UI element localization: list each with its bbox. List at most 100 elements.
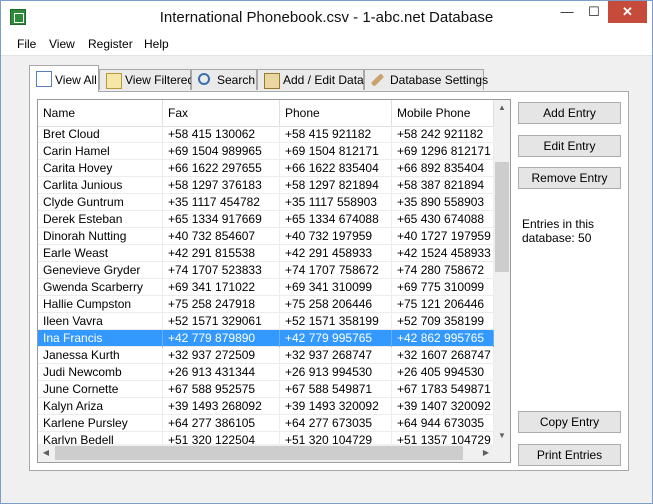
close-button[interactable]: ✕ bbox=[608, 1, 647, 23]
fax-cell: +58 1297 376183 bbox=[163, 177, 280, 194]
name-cell: Ina Francis bbox=[38, 330, 163, 347]
name-cell: Judi Newcomb bbox=[38, 364, 163, 381]
table-row[interactable]: Karlene Pursley +64 277 386105 +64 277 673… bbox=[38, 415, 494, 432]
vertical-scroll-thumb[interactable] bbox=[495, 162, 509, 272]
fax-cell: +32 937 272509 bbox=[163, 347, 280, 364]
mobile-phone-cell: +69 1296 812171 bbox=[392, 143, 494, 160]
name-cell: Clyde Guntrum bbox=[38, 194, 163, 211]
mobile-phone-cell: +58 242 921182 bbox=[392, 126, 494, 143]
tab-label: Search bbox=[217, 73, 256, 87]
fax-cell: +40 732 854607 bbox=[163, 228, 280, 245]
mobile-phone-cell: +58 387 821894 bbox=[392, 177, 494, 194]
edit-icon bbox=[264, 73, 280, 89]
table-row[interactable]: Carita Hovey +66 1622 297655 +66 1622 8354… bbox=[38, 160, 494, 177]
scroll-down-icon[interactable]: ▼ bbox=[494, 428, 510, 444]
table-row[interactable]: Genevieve Gryder +74 1707 523833 +74 1707 … bbox=[38, 262, 494, 279]
table-row[interactable]: Dinorah Nutting +40 732 854607 +40 732 197… bbox=[38, 228, 494, 245]
column-header-fax[interactable]: Fax bbox=[163, 100, 280, 126]
table-row[interactable]: Kalyn Ariza +39 1493 268092 +39 1493 32009… bbox=[38, 398, 494, 415]
search-icon bbox=[198, 73, 210, 85]
copy-entry-button[interactable]: Copy Entry bbox=[518, 411, 621, 433]
tab-label: View All bbox=[55, 73, 97, 87]
add-entry-button[interactable]: Add Entry bbox=[518, 102, 621, 124]
mobile-phone-cell: +66 892 835404 bbox=[392, 160, 494, 177]
table-row[interactable]: Earle Weast +42 291 815538 +42 291 458933 +… bbox=[38, 245, 494, 262]
tab-label: Add / Edit Data bbox=[283, 73, 364, 87]
phone-cell: +65 1334 674088 bbox=[280, 211, 392, 228]
name-cell: June Cornette bbox=[38, 381, 163, 398]
table-row[interactable]: Derek Esteban +65 1334 917669 +65 1334 674… bbox=[38, 211, 494, 228]
name-cell: Kalyn Ariza bbox=[38, 398, 163, 415]
minimize-button[interactable]: — bbox=[554, 1, 580, 23]
table-row[interactable]: Janessa Kurth +32 937 272509 +32 937 26874… bbox=[38, 347, 494, 364]
mobile-phone-cell: +64 944 673035 bbox=[392, 415, 494, 432]
tab-view-filtered[interactable]: View Filtered bbox=[99, 69, 194, 90]
tab-label: Database Settings bbox=[390, 73, 489, 87]
phone-cell: +32 937 268747 bbox=[280, 347, 392, 364]
table-row[interactable]: Hallie Cumpston +75 258 247918 +75 258 206… bbox=[38, 296, 494, 313]
table-row[interactable]: Gwenda Scarberry +69 341 171022 +69 341 31… bbox=[38, 279, 494, 296]
fax-cell: +65 1334 917669 bbox=[163, 211, 280, 228]
fax-cell: +75 258 247918 bbox=[163, 296, 280, 313]
name-cell: Carin Hamel bbox=[38, 143, 163, 160]
vertical-scrollbar[interactable]: ▲ ▼ bbox=[494, 100, 510, 444]
menu-file[interactable]: File bbox=[17, 37, 36, 51]
fax-cell: +42 779 879890 bbox=[163, 330, 280, 347]
table-row[interactable]: Carin Hamel +69 1504 989965 +69 1504 81217… bbox=[38, 143, 494, 160]
table-row[interactable]: Carlita Junious +58 1297 376183 +58 1297 8… bbox=[38, 177, 494, 194]
tab-add-edit-data[interactable]: Add / Edit Data bbox=[257, 69, 364, 90]
name-cell: Derek Esteban bbox=[38, 211, 163, 228]
phone-cell: +39 1493 320092 bbox=[280, 398, 392, 415]
phone-cell: +69 341 310099 bbox=[280, 279, 392, 296]
fax-cell: +69 341 171022 bbox=[163, 279, 280, 296]
scroll-left-icon[interactable]: ◀ bbox=[38, 445, 54, 461]
name-cell: Carita Hovey bbox=[38, 160, 163, 177]
mobile-phone-cell: +52 709 358199 bbox=[392, 313, 494, 330]
fax-cell: +52 1571 329061 bbox=[163, 313, 280, 330]
phone-cell: +58 415 921182 bbox=[280, 126, 392, 143]
column-header-mobile-phone[interactable]: Mobile Phone bbox=[392, 100, 494, 126]
print-entries-button[interactable]: Print Entries bbox=[518, 444, 621, 466]
name-cell: Carlita Junious bbox=[38, 177, 163, 194]
mobile-phone-cell: +32 1607 268747 bbox=[392, 347, 494, 364]
fax-cell: +35 1117 454782 bbox=[163, 194, 280, 211]
table-row[interactable]: Clyde Guntrum +35 1117 454782 +35 1117 558… bbox=[38, 194, 494, 211]
table-row[interactable]: June Cornette +67 588 952575 +67 588 54987… bbox=[38, 381, 494, 398]
column-header-name[interactable]: Name bbox=[38, 100, 163, 126]
name-cell: Dinorah Nutting bbox=[38, 228, 163, 245]
phonebook-table[interactable]: Name Fax Phone Mobile Phone Bret Cloud +5… bbox=[37, 99, 511, 463]
phone-cell: +74 1707 758672 bbox=[280, 262, 392, 279]
scroll-up-icon[interactable]: ▲ bbox=[494, 100, 510, 116]
title-bar: International Phonebook.csv - 1-abc.net … bbox=[1, 1, 652, 33]
horizontal-scrollbar[interactable]: ◀ ▶ bbox=[38, 444, 494, 462]
scroll-right-icon[interactable]: ▶ bbox=[478, 445, 494, 461]
table-row[interactable]: Ileen Vavra +52 1571 329061 +52 1571 35819… bbox=[38, 313, 494, 330]
phone-cell: +51 320 104729 bbox=[280, 432, 392, 444]
phone-cell: +66 1622 835404 bbox=[280, 160, 392, 177]
tab-view-all[interactable]: View All bbox=[29, 65, 99, 92]
mobile-phone-cell: +42 1524 458933 bbox=[392, 245, 494, 262]
filter-icon bbox=[106, 73, 122, 89]
tab-database-settings[interactable]: Database Settings bbox=[364, 69, 488, 90]
phone-cell: +52 1571 358199 bbox=[280, 313, 392, 330]
maximize-button[interactable]: ☐ bbox=[581, 1, 607, 23]
mobile-phone-cell: +75 121 206446 bbox=[392, 296, 494, 313]
scrollbar-corner bbox=[494, 444, 510, 462]
edit-entry-button[interactable]: Edit Entry bbox=[518, 135, 621, 157]
table-row[interactable]: Karlyn Bedell +51 320 122504 +51 320 10472… bbox=[38, 432, 494, 444]
menu-help[interactable]: Help bbox=[144, 37, 169, 51]
table-row[interactable]: Ina Francis +42 779 879890 +42 779 995765 +… bbox=[38, 330, 494, 347]
horizontal-scroll-thumb[interactable] bbox=[55, 446, 463, 460]
fax-cell: +26 913 431344 bbox=[163, 364, 280, 381]
table-row[interactable]: Bret Cloud +58 415 130062 +58 415 921182 +5… bbox=[38, 126, 494, 143]
column-header-phone[interactable]: Phone bbox=[280, 100, 392, 126]
tab-search[interactable]: Search bbox=[191, 69, 257, 90]
table-header: Name Fax Phone Mobile Phone bbox=[38, 100, 494, 127]
remove-entry-button[interactable]: Remove Entry bbox=[518, 167, 621, 189]
menu-register[interactable]: Register bbox=[88, 37, 133, 51]
table-row[interactable]: Judi Newcomb +26 913 431344 +26 913 994530… bbox=[38, 364, 494, 381]
fax-cell: +74 1707 523833 bbox=[163, 262, 280, 279]
menu-view[interactable]: View bbox=[49, 37, 75, 51]
mobile-phone-cell: +67 1783 549871 bbox=[392, 381, 494, 398]
fax-cell: +66 1622 297655 bbox=[163, 160, 280, 177]
